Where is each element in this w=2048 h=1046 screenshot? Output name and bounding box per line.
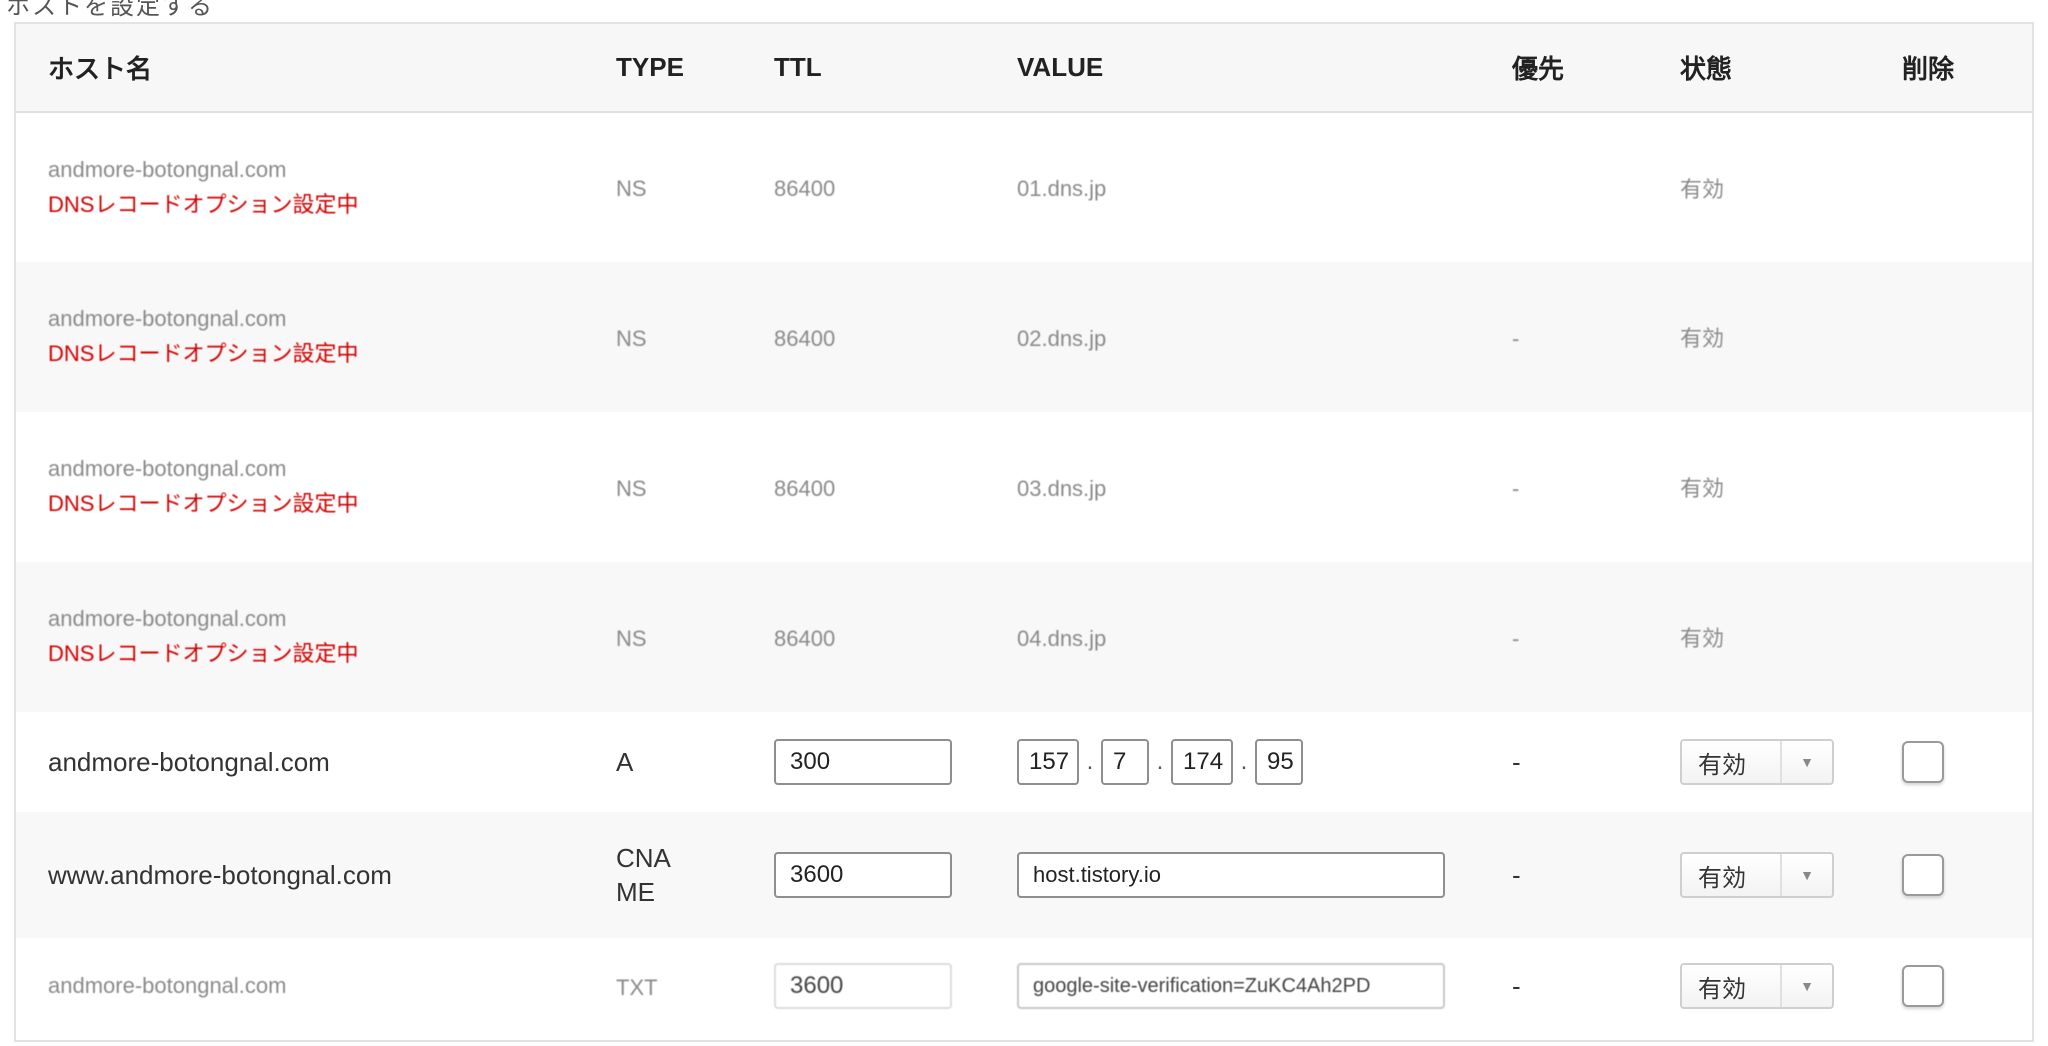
ns-state: 有効: [1680, 176, 1725, 202]
ns-priority: -: [1512, 625, 1520, 651]
txt-delete-checkbox[interactable]: [1902, 965, 1944, 1007]
ns-type: NS: [616, 176, 647, 201]
ns-value: 02.dns.jp: [1017, 325, 1107, 351]
ns-value: 03.dns.jp: [1017, 475, 1107, 501]
ns-state: 有効: [1680, 476, 1725, 501]
txt-value-input[interactable]: google-site-verification=ZuKC4Ah2PD: [1017, 963, 1445, 1009]
header-priority: 優先: [1512, 54, 1565, 84]
cname-host: www.andmore-botongnal.com: [48, 859, 392, 890]
ip-dot: .: [1240, 748, 1248, 775]
table-row: andmore-botongnal.com DNSレコードオプション設定中 NS…: [16, 412, 2032, 562]
ns-value: 04.dns.jp: [1017, 625, 1107, 651]
ns-host: andmore-botongnal.com: [48, 156, 287, 182]
table-row: andmore-botongnal.com A 300 157. 7. 174. 95…: [16, 712, 2032, 812]
triangle-down-icon: ▼: [1780, 854, 1832, 896]
ip-octet-2-input[interactable]: 7: [1101, 739, 1149, 785]
table-row: andmore-botongnal.com DNSレコードオプション設定中 NS…: [16, 562, 2032, 712]
ns-ttl: 86400: [774, 176, 836, 201]
ip-octet-1-input[interactable]: 157: [1017, 739, 1079, 785]
dns-records-table: ホスト名 TYPE TTL VALUE 優先 状態 削除 andmore-bot…: [14, 22, 2034, 1042]
table-row: andmore-botongnal.com TXT 3600 google-si…: [16, 938, 2032, 1034]
table-header-row: ホスト名 TYPE TTL VALUE 優先 状態 削除: [16, 24, 2032, 112]
header-state: 状態: [1680, 54, 1733, 84]
ns-host: andmore-botongnal.com: [48, 306, 287, 331]
txt-ttl-input[interactable]: 3600: [774, 963, 952, 1009]
top-partial-text: ホストを設定する: [6, 0, 214, 20]
txt-state-select[interactable]: 有効 ▼: [1680, 963, 1834, 1009]
ns-type: NS: [616, 325, 647, 351]
a-state-select[interactable]: 有効 ▼: [1680, 739, 1834, 785]
header-ttl: TTL: [774, 52, 822, 82]
triangle-down-icon: ▼: [1780, 741, 1832, 783]
txt-type: TXT: [616, 974, 658, 1000]
a-ip-group: 157. 7. 174. 95: [1017, 712, 1512, 812]
ns-state: 有効: [1680, 626, 1725, 651]
txt-host: andmore-botongnal.com: [48, 973, 287, 998]
ns-priority: -: [1512, 325, 1520, 351]
cname-priority: -: [1512, 859, 1521, 890]
ip-dot: .: [1156, 748, 1164, 775]
ip-dot: .: [1086, 748, 1094, 775]
ns-ttl: 86400: [774, 475, 836, 501]
ns-note: DNSレコードオプション設定中: [48, 191, 359, 217]
ns-host: andmore-botongnal.com: [48, 606, 287, 631]
triangle-down-icon: ▼: [1780, 965, 1832, 1007]
ns-type: NS: [616, 625, 647, 651]
header-delete: 削除: [1902, 54, 1955, 84]
table-row: andmore-botongnal.com DNSレコードオプション設定中 NS…: [16, 262, 2032, 412]
cname-value-input[interactable]: host.tistory.io: [1017, 852, 1445, 898]
header-value: VALUE: [1017, 52, 1104, 82]
cname-state-select[interactable]: 有効 ▼: [1680, 852, 1834, 898]
ns-note: DNSレコードオプション設定中: [48, 341, 359, 366]
ns-priority: -: [1512, 475, 1520, 501]
ns-note: DNSレコードオプション設定中: [48, 641, 359, 666]
table-row: andmore-botongnal.com DNSレコードオプション設定中 NS…: [16, 112, 2032, 262]
select-value: 有効: [1698, 751, 1746, 779]
a-type: A: [616, 746, 634, 777]
top-partial-header: ホストを設定する: [0, 0, 2048, 22]
ns-ttl: 86400: [774, 625, 836, 651]
ns-state: 有効: [1680, 326, 1725, 351]
cname-type: CNAME: [616, 843, 671, 907]
ns-host: andmore-botongnal.com: [48, 456, 287, 481]
cname-delete-checkbox[interactable]: [1902, 854, 1944, 896]
header-type: TYPE: [616, 52, 684, 82]
ip-octet-4-input[interactable]: 95: [1255, 739, 1303, 785]
cname-ttl-input[interactable]: 3600: [774, 852, 952, 898]
select-value: 有効: [1698, 975, 1746, 1003]
txt-priority: -: [1512, 970, 1521, 1001]
ns-note: DNSレコードオプション設定中: [48, 491, 359, 516]
table-row: www.andmore-botongnal.com CNAME 3600 hos…: [16, 812, 2032, 938]
a-delete-checkbox[interactable]: [1902, 741, 1944, 783]
ip-octet-3-input[interactable]: 174: [1171, 739, 1233, 785]
ns-type: NS: [616, 475, 647, 501]
ns-ttl: 86400: [774, 325, 836, 351]
select-value: 有効: [1698, 864, 1746, 892]
a-ttl-input[interactable]: 300: [774, 739, 952, 785]
header-host: ホスト名: [48, 54, 153, 84]
a-host: andmore-botongnal.com: [48, 746, 330, 777]
a-priority: -: [1512, 746, 1521, 777]
ns-value: 01.dns.jp: [1017, 176, 1107, 201]
